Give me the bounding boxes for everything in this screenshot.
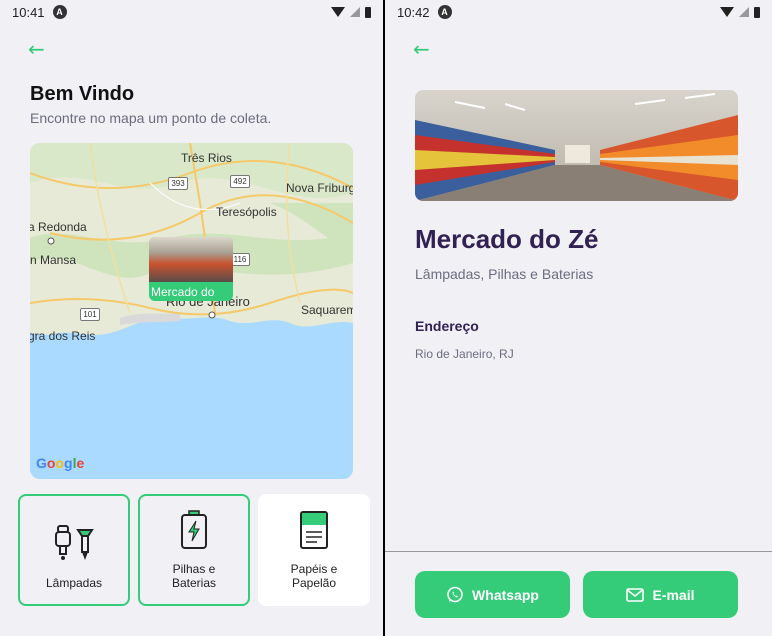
map-label: a Redonda [30,220,87,234]
footer: Whatsapp E-mail [385,551,772,636]
road-shield: 393 [168,177,188,190]
battery-status-icon [754,6,760,18]
road-shield: 101 [80,308,100,321]
item-pilhas-baterias[interactable]: Pilhas e Baterias [138,494,250,606]
point-items: Lâmpadas, Pilhas e Baterias [415,266,594,282]
back-arrow-icon[interactable]: ← [413,38,435,60]
signal-icon [350,7,360,17]
map-view[interactable]: Três Rios Nova Friburg Teresópolis a Red… [30,143,353,479]
notification-icon: A [437,5,452,19]
wifi-icon [331,7,345,17]
road-shield: 116 [230,253,250,266]
status-time: 10:41 [12,4,45,20]
marker-thumbnail [149,237,233,282]
battery-icon [181,510,207,549]
item-lampadas[interactable]: Lâmpadas [18,494,130,606]
status-bar: 10:41 A [0,0,383,24]
whatsapp-button[interactable]: Whatsapp [415,571,570,618]
map-label: n Mansa [30,253,77,267]
item-label: Lâmpadas [45,576,103,590]
map-label: Três Rios [181,151,232,165]
address-value: Rio de Janeiro, RJ [415,347,514,361]
page-title: Bem Vindo [30,83,135,105]
battery-status-icon [365,6,371,18]
marker-label: Mercado do [151,285,215,299]
whatsapp-icon [447,586,463,602]
point-image [415,90,738,201]
status-time: 10:42 [397,4,430,20]
lamp-icon [55,525,94,560]
supermarket-photo [415,90,738,201]
road-shield: 492 [230,175,250,188]
item-papeis-papelao[interactable]: Papéis e Papelão [258,494,370,606]
point-name: Mercado do Zé [415,224,599,254]
status-bar: 10:42 A [385,0,772,24]
address-title: Endereço [415,318,479,334]
email-button[interactable]: E-mail [583,571,738,618]
signal-icon [739,7,749,17]
map-label: gra dos Reis [30,329,96,343]
paper-icon [300,511,328,549]
back-arrow-icon[interactable]: ← [28,38,50,60]
wifi-icon [720,7,734,17]
item-label: Papéis e Papelão [290,562,338,590]
google-logo: Google [36,455,85,471]
detail-screen: 10:42 A ← Mercado do Zé Lâmpadas, Pilhas… [385,0,772,636]
items-list: Lâmpadas Pilhas e Baterias Papéis e Pape… [18,494,370,606]
map-marker[interactable]: Mercado do [149,237,233,301]
email-label: E-mail [652,586,695,603]
map-label: Saquarem [301,303,353,317]
home-screen: 10:41 A ← Bem Vindo Encontre no mapa um … [0,0,383,636]
item-label: Pilhas e Baterias [171,562,217,590]
page-subtitle: Encontre no mapa um ponto de coleta. [30,110,272,126]
map-label: Teresópolis [216,205,277,219]
mail-icon [626,587,645,602]
whatsapp-label: Whatsapp [472,586,539,603]
notification-icon: A [52,5,67,19]
map-label: Nova Friburg [286,181,353,195]
